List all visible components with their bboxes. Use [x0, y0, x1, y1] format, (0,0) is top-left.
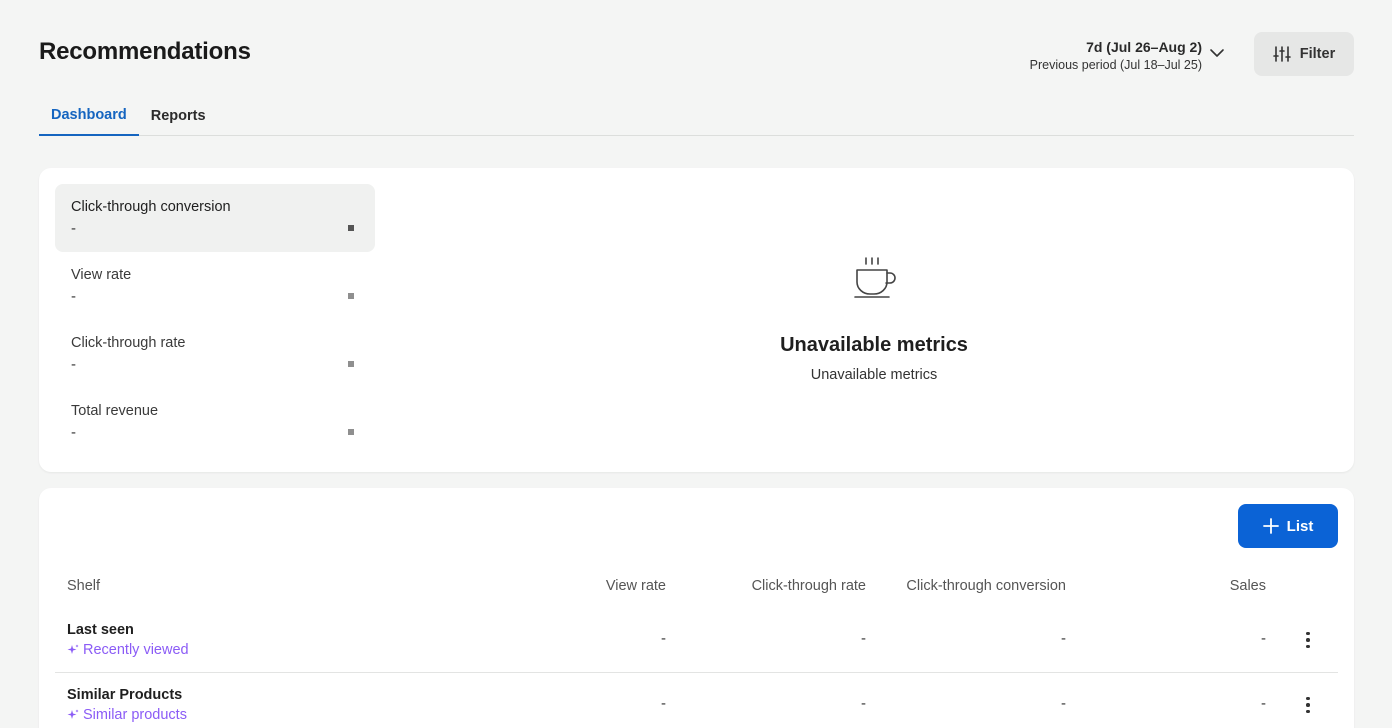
metric-value: - — [71, 288, 76, 305]
add-list-button-label: List — [1286, 517, 1314, 535]
metric-indicator — [348, 429, 354, 435]
column-header-shelf[interactable]: Shelf — [67, 578, 100, 594]
cell-view-rate: - — [661, 695, 666, 712]
cell-click-through-conversion: - — [1061, 695, 1066, 712]
period-current: 7d (Jul 26–Aug 2) — [1086, 39, 1202, 55]
column-header-sales[interactable]: Sales — [1230, 578, 1266, 594]
sparkle-icon — [67, 644, 79, 654]
sliders-icon — [1272, 46, 1291, 62]
table-row[interactable]: Similar Products Similar products - - - … — [55, 672, 1338, 728]
empty-state-title: Unavailable metrics — [780, 334, 968, 356]
more-options-icon[interactable] — [1301, 628, 1315, 652]
tab-bar: Dashboard Reports — [39, 96, 1354, 136]
shelf-title: Last seen — [67, 622, 134, 638]
metric-value: - — [71, 356, 76, 373]
empty-state: Unavailable metrics Unavailable metrics — [379, 252, 1369, 383]
shelf-strategy-link[interactable]: Similar products — [67, 707, 187, 723]
filter-button-label: Filter — [1299, 46, 1336, 62]
chevron-down-icon[interactable] — [1208, 44, 1226, 62]
cell-view-rate: - — [661, 630, 666, 647]
metric-label: Total revenue — [71, 403, 159, 419]
metric-label: Click-through rate — [71, 335, 186, 351]
column-header-click-through-rate[interactable]: Click-through rate — [752, 578, 866, 594]
metric-value: - — [71, 220, 76, 237]
shelf-title: Similar Products — [67, 687, 183, 703]
metric-value: - — [71, 424, 76, 441]
shelf-strategy-link[interactable]: Recently viewed — [67, 642, 189, 658]
page-title: Recommendations — [39, 38, 251, 65]
cell-sales: - — [1261, 695, 1266, 712]
metrics-card: Click-through conversion - View rate - C… — [39, 168, 1354, 472]
column-header-click-through-conversion[interactable]: Click-through conversion — [906, 578, 1066, 594]
column-header-view-rate[interactable]: View rate — [606, 578, 666, 594]
tab-dashboard[interactable]: Dashboard — [39, 96, 139, 136]
table-row[interactable]: Last seen Recently viewed - - - - — [55, 608, 1338, 673]
empty-state-subtitle: Unavailable metrics — [810, 367, 938, 383]
add-list-button[interactable]: List — [1238, 504, 1338, 548]
sparkle-icon — [67, 709, 79, 719]
shelf-strategy-label: Similar products — [83, 707, 187, 723]
coffee-cup-icon — [854, 257, 896, 298]
metric-label: Click-through conversion — [71, 199, 231, 215]
cell-sales: - — [1261, 630, 1266, 647]
more-options-icon[interactable] — [1301, 693, 1315, 717]
metric-label: View rate — [71, 267, 132, 283]
shelves-table-card: List Shelf View rate Click-through rate … — [39, 488, 1354, 728]
cell-click-through-rate: - — [861, 695, 866, 712]
period-selector[interactable]: 7d (Jul 26–Aug 2) Previous period (Jul 1… — [1030, 38, 1202, 73]
plus-icon — [1262, 518, 1279, 534]
metric-click-through-rate[interactable]: Click-through rate - — [55, 320, 375, 388]
tab-reports[interactable]: Reports — [139, 96, 218, 136]
metric-view-rate[interactable]: View rate - — [55, 252, 375, 320]
cell-click-through-rate: - — [861, 630, 866, 647]
metric-indicator — [348, 361, 354, 367]
metric-indicator — [348, 293, 354, 299]
filter-button[interactable]: Filter — [1254, 32, 1354, 76]
metric-indicator — [348, 225, 354, 231]
shelf-strategy-label: Recently viewed — [83, 642, 189, 658]
cell-click-through-conversion: - — [1061, 630, 1066, 647]
metric-click-through-conversion[interactable]: Click-through conversion - — [55, 184, 375, 252]
period-previous: Previous period (Jul 18–Jul 25) — [1029, 58, 1202, 72]
metric-total-revenue[interactable]: Total revenue - — [55, 388, 375, 456]
